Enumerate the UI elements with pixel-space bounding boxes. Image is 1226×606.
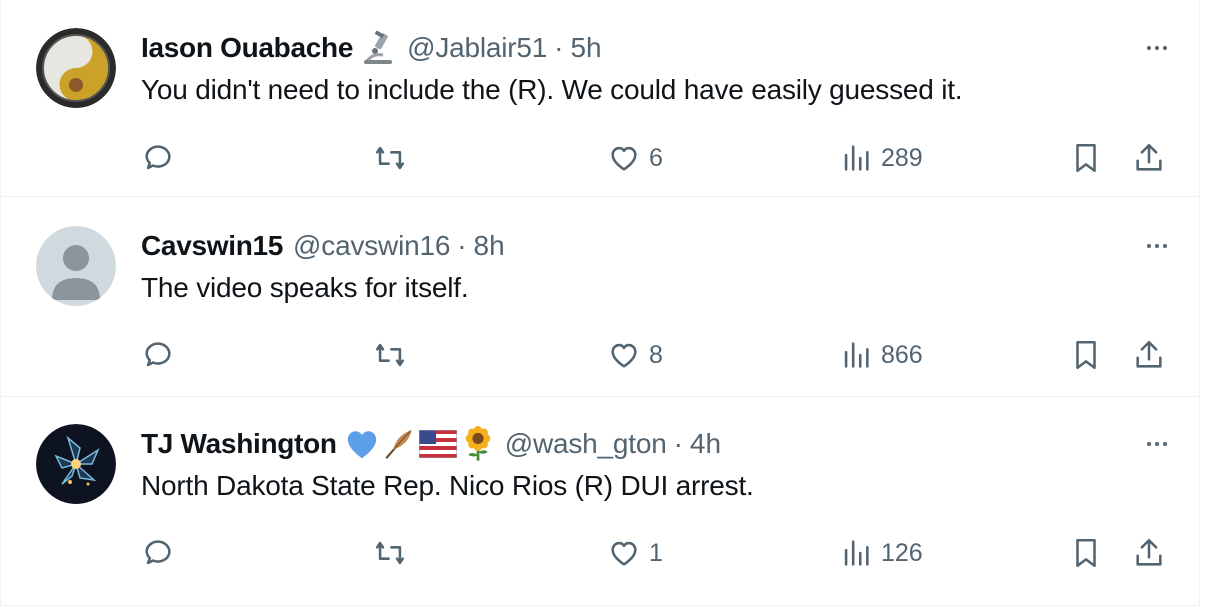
share-button[interactable] — [1132, 533, 1166, 573]
avatar[interactable] — [36, 226, 116, 306]
author-name[interactable]: Cavswin15 — [141, 230, 283, 262]
tweet-3[interactable]: TJ Washington @wash_gton · 4h North Dako… — [1, 398, 1200, 606]
view-count: 289 — [881, 143, 923, 172]
views-icon — [844, 145, 869, 171]
tweet-1[interactable]: Iason Ouabache @Jablair51 · 5h You didn'… — [1, 0, 1200, 197]
tweet-header: Cavswin15 @cavswin16 · 8h — [141, 228, 505, 264]
author-handle[interactable]: @cavswin16 — [293, 230, 450, 262]
like-button[interactable]: 1 — [607, 533, 663, 573]
heart-icon — [611, 343, 637, 368]
bookmark-icon — [1076, 143, 1096, 173]
bookmark-icon — [1076, 538, 1096, 568]
like-count: 6 — [649, 143, 663, 172]
author-handle[interactable]: @wash_gton — [505, 428, 667, 460]
reply-icon — [145, 145, 171, 170]
like-count: 1 — [649, 538, 663, 567]
tweet-text: The video speaks for itself. — [141, 272, 469, 303]
tweet-text: North Dakota State Rep. Nico Rios (R) DU… — [141, 470, 754, 501]
views-button[interactable]: 126 — [839, 533, 923, 573]
view-count: 126 — [881, 538, 923, 567]
author-name[interactable]: TJ Washington — [141, 428, 337, 460]
avatar[interactable] — [36, 28, 116, 108]
tweet-actions: 8 866 — [1, 335, 1200, 375]
blue-heart-icon — [345, 428, 379, 460]
bookmark-button[interactable] — [1069, 335, 1103, 375]
repost-icon — [375, 343, 405, 367]
tweet-actions: 1 126 — [1, 533, 1200, 573]
timestamp[interactable]: 8h — [474, 230, 505, 262]
reply-feed: Iason Ouabache @Jablair51 · 5h You didn'… — [0, 0, 1200, 606]
share-icon — [1136, 143, 1162, 171]
heart-icon — [611, 541, 637, 566]
reply-icon — [145, 540, 171, 565]
microscope-icon — [361, 31, 397, 65]
more-options-icon[interactable] — [1139, 40, 1175, 56]
repost-icon — [375, 541, 405, 565]
bookmark-icon — [1076, 340, 1096, 370]
bookmark-button[interactable] — [1069, 533, 1103, 573]
tweet-actions: 6 289 — [1, 138, 1200, 178]
share-icon — [1136, 538, 1162, 566]
sunflower-icon — [461, 426, 495, 462]
repost-button[interactable] — [371, 533, 409, 573]
feather-icon — [381, 427, 417, 461]
bookmark-button[interactable] — [1069, 138, 1103, 178]
author-name[interactable]: Iason Ouabache — [141, 32, 353, 64]
reply-icon — [145, 342, 171, 367]
tweet-header: TJ Washington @wash_gton · 4h — [141, 426, 721, 462]
repost-icon — [375, 146, 405, 170]
views-icon — [844, 342, 869, 368]
like-count: 8 — [649, 340, 663, 369]
more-options-icon[interactable] — [1139, 238, 1175, 254]
views-button[interactable]: 866 — [839, 335, 923, 375]
repost-button[interactable] — [371, 335, 409, 375]
repost-button[interactable] — [371, 138, 409, 178]
view-count: 866 — [881, 340, 923, 369]
tweet-header: Iason Ouabache @Jablair51 · 5h — [141, 30, 602, 66]
separator-dot: · — [457, 230, 467, 261]
timestamp[interactable]: 4h — [690, 428, 721, 460]
reply-button[interactable] — [141, 335, 175, 375]
share-button[interactable] — [1132, 335, 1166, 375]
us-flag-icon — [418, 430, 457, 458]
views-button[interactable]: 289 — [839, 138, 923, 178]
separator-dot: · — [673, 428, 683, 459]
views-icon — [844, 540, 869, 566]
like-button[interactable]: 6 — [607, 138, 663, 178]
tweet-text: You didn't need to include the (R). We c… — [141, 74, 963, 105]
like-button[interactable]: 8 — [607, 335, 663, 375]
share-icon — [1136, 340, 1162, 368]
reply-button[interactable] — [141, 138, 175, 178]
author-handle[interactable]: @Jablair51 — [407, 32, 547, 64]
timestamp[interactable]: 5h — [570, 32, 601, 64]
share-button[interactable] — [1132, 138, 1166, 178]
reply-button[interactable] — [141, 533, 175, 573]
tweet-2[interactable]: Cavswin15 @cavswin16 · 8h The video spea… — [1, 200, 1200, 397]
avatar[interactable] — [36, 424, 116, 504]
separator-dot: · — [554, 32, 564, 63]
more-options-icon[interactable] — [1139, 436, 1175, 452]
heart-icon — [611, 146, 637, 171]
